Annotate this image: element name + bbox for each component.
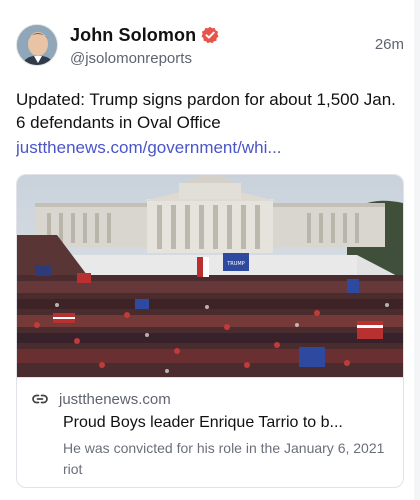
author-block: John Solomon @jsolomonreports [70,24,219,67]
post-timestamp: 26m [374,36,404,53]
link-icon [31,390,49,408]
post-header: John Solomon @jsolomonreports 26m [16,22,404,70]
link-preview-meta[interactable]: justthenews.com Proud Boys leader Enriqu… [17,377,403,487]
scroll-edge [414,0,420,500]
link-preview-domain: justthenews.com [59,390,171,408]
avatar[interactable] [16,24,58,66]
author-handle[interactable]: @jsolomonreports [70,50,219,67]
link-preview-image[interactable]: TRUMP [17,175,403,377]
post-text: Updated: Trump signs pardon for about 1,… [16,90,396,132]
link-preview-domain-row: justthenews.com [31,390,171,408]
link-preview-card[interactable]: TRUMP justthenews.com Proud Boys leader … [16,174,404,488]
link-preview-title[interactable]: Proud Boys leader Enrique Tarrio to b... [63,414,393,432]
post-link[interactable]: justthenews.com/government/whi... [16,136,408,159]
link-preview-description: He was convicted for his role in the Jan… [63,440,385,477]
author-name[interactable]: John Solomon [70,25,196,46]
post-card[interactable]: John Solomon @jsolomonreports 26m Update… [0,0,420,500]
sign-text: TRUMP [226,261,245,267]
verified-badge-icon [201,26,219,44]
